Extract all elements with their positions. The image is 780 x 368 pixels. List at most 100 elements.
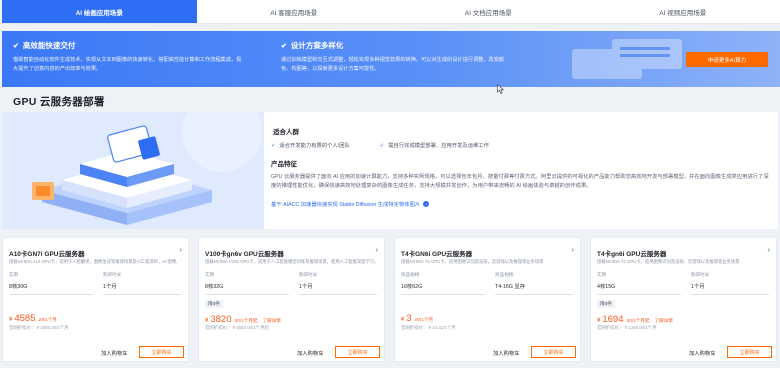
- divider: [205, 294, 289, 295]
- tab-ai-document[interactable]: AI 文档应用场景: [391, 0, 586, 23]
- divider: [9, 294, 93, 295]
- buy-now-button[interactable]: 立即购买: [531, 346, 576, 358]
- price: ¥ 3 .00/1个月: [401, 313, 433, 324]
- price-unit: .00/1个月起: [233, 318, 258, 323]
- price-unit: .00/1个月起: [625, 318, 650, 323]
- divider: [691, 294, 769, 295]
- banner-right-title: 设计方案多样化: [290, 41, 344, 50]
- fit-audience-title: 适合人群: [273, 129, 299, 136]
- spec-label: 实例: [9, 272, 19, 277]
- hero-banner: ✔ 高效能快速交付 借助智能自动化软件生成技术，实现从文本到图像的快速转化，搭配高…: [2, 31, 780, 87]
- currency-symbol: ¥: [597, 318, 601, 324]
- spec-select[interactable]: 8核30G: [9, 282, 27, 290]
- section-title: GPU 云服务器部署: [13, 96, 105, 108]
- card-subtitle: 搭载NVIDIA V100 GPU卡，适用于人工智能模型训练及推理场景，使用人工…: [205, 259, 377, 264]
- gpu-server-illustration: [2, 112, 264, 229]
- arrow-right-icon: ›: [423, 201, 430, 207]
- duration-label: 购买时长: [299, 272, 318, 277]
- original-price: 官网折扣价： ¥ 4582.00/1个月起: [205, 325, 269, 330]
- add-to-cart-link[interactable]: 加入购物车: [689, 349, 716, 357]
- spec-label: 实例: [205, 272, 215, 277]
- product-card-t4-gn6i: T4卡GN6i GPU云服务器 › 搭载NVIDIA T4 GPU卡，适用图像识…: [394, 237, 581, 362]
- product-features-title: 产品特征: [271, 161, 297, 168]
- banner-left-column: ✔ 高效能快速交付 借助智能自动化软件生成技术，实现从文本到图像的快速转化，搭配高…: [13, 40, 245, 74]
- feature-panel: 适合人群: [2, 112, 778, 229]
- learn-more-link[interactable]: 了解详情: [262, 318, 280, 324]
- chevron-right-icon[interactable]: ›: [572, 247, 574, 254]
- spec-select[interactable]: 4核15G: [597, 282, 615, 290]
- chevron-right-icon[interactable]: ›: [180, 247, 182, 254]
- limit-badge: 限5件: [205, 300, 223, 308]
- tab-ai-customer-service[interactable]: AI 客服应用场景: [197, 0, 392, 23]
- fit-item-label: 需自行完成模型部署、应用开发及运维工作: [388, 143, 489, 149]
- divider: [401, 294, 485, 295]
- duration-label: 购买时长: [691, 272, 710, 277]
- duration-select[interactable]: 1个月: [103, 282, 117, 290]
- add-to-cart-link[interactable]: 加入购物车: [297, 349, 324, 357]
- product-features-desc: GPU 云服务器提供了面向 AI 应用的加速计算能力，支持多种实例规格，可以选择…: [271, 174, 769, 189]
- stable-diffusion-link[interactable]: 基于 AIACC 加速器快速实现 Stable Diffusion 生成特定物体…: [271, 200, 430, 208]
- apply-ai-compute-button[interactable]: 申请更多AI算力: [686, 52, 768, 67]
- divider: [299, 294, 377, 295]
- add-to-cart-link[interactable]: 加入购物车: [493, 349, 520, 357]
- banner-right-column: ✔ 设计方案多样化 通过训练模型和交互式调整，轻松实现多种视觉效果的转换。可以对生…: [281, 40, 513, 74]
- original-price: 官网折扣价： ¥ 4585.00/1个月: [9, 325, 69, 330]
- price-unit: .00/1个月: [413, 317, 434, 322]
- mouse-cursor-icon: [497, 84, 504, 94]
- price-value: 3: [406, 313, 412, 324]
- currency-symbol: ¥: [205, 318, 209, 324]
- buy-now-button[interactable]: 立即购买: [335, 346, 380, 358]
- price: ¥ 4585 .28/1个月: [9, 313, 57, 324]
- banner-left-title: 高效能快速交付: [22, 41, 76, 50]
- tab-ai-painting[interactable]: AI 绘画应用场景: [2, 0, 197, 23]
- page: AI 绘画应用场景 AI 客服应用场景 AI 文档应用场景 AI 视频应用场景 …: [0, 0, 780, 368]
- fit-item-label: 适合开发能力有限的个人/团队: [279, 143, 350, 149]
- currency-symbol: ¥: [9, 317, 13, 323]
- price-value: 3820: [210, 314, 232, 325]
- tab-ai-video[interactable]: AI 视频应用场景: [586, 0, 780, 23]
- spec-label: 实例: [597, 272, 607, 277]
- card-title[interactable]: T4卡GN6i GPU云服务器: [401, 248, 472, 258]
- duration-select[interactable]: 1个月: [299, 282, 313, 290]
- duration-select[interactable]: 1个月: [691, 282, 705, 290]
- buy-now-button[interactable]: 立即购买: [727, 346, 772, 358]
- gpu-server-icon: [2, 112, 264, 229]
- chevron-right-icon[interactable]: ›: [768, 247, 770, 254]
- original-price: 官网折扣价： ¥ 10.41/1个月: [401, 325, 456, 330]
- add-to-cart-link[interactable]: 加入购物车: [101, 349, 128, 357]
- currency-symbol: ¥: [401, 317, 405, 323]
- spec-select[interactable]: 16核62G: [401, 282, 422, 290]
- price: ¥ 3820 .00/1个月起 了解详情: [205, 314, 281, 325]
- original-price: 官网折扣价： ¥ 1368.00/1个月: [597, 325, 657, 330]
- learn-more-link[interactable]: 了解详情: [654, 318, 672, 324]
- spec-label: 商品规格: [401, 272, 420, 277]
- divider: [597, 294, 681, 295]
- fit-audience-list: ✓ 适合开发能力有限的个人/团队 ✓ 需自行完成模型部署、应用开发及运维工作: [271, 141, 489, 149]
- card-title[interactable]: T4卡gn6i GPU云服务器: [597, 248, 666, 258]
- price-value: 1694: [602, 314, 624, 325]
- card-subtitle: 搭载NVIDIA A10 GPU卡，适用于人脸翻译，图像生成等推理场景及AI工程…: [9, 259, 181, 264]
- gpu-spec-value: T4-16G 显存: [495, 284, 526, 290]
- price: ¥ 1694 .00/1个月起 了解详情: [597, 314, 673, 325]
- spec-select[interactable]: 8核32G: [205, 282, 223, 290]
- check-icon: ✓: [379, 143, 385, 149]
- list-item: ✓ 需自行完成模型部署、应用开发及运维工作: [380, 141, 489, 149]
- price-value: 4585: [14, 313, 36, 324]
- server-illustration-icon: [572, 39, 682, 79]
- gpu-spec-label: 商品规格: [495, 272, 514, 277]
- product-card-v100: V100卡gn6v GPU云服务器 › 搭载NVIDIA V100 GPU卡，适…: [198, 237, 385, 362]
- link-label: 基于 AIACC 加速器快速实现 Stable Diffusion 生成特定物体…: [271, 202, 421, 208]
- product-card-a10: A10卡GN7i GPU云服务器 › 搭载NVIDIA A10 GPU卡，适用于…: [2, 237, 189, 362]
- divider: [495, 294, 573, 295]
- check-icon: ✓: [271, 143, 276, 149]
- list-item: ✓ 适合开发能力有限的个人/团队: [271, 141, 350, 149]
- banner-right-desc: 通过训练模型和交互式调整，轻松实现多种视觉效果的转换。可以对生成的设计进行调整，…: [281, 57, 505, 72]
- price-unit: .28/1个月: [37, 317, 57, 322]
- check-icon: ✔: [281, 42, 287, 50]
- card-title[interactable]: V100卡gn6v GPU云服务器: [205, 248, 284, 258]
- limit-badge: 限5件: [597, 300, 615, 308]
- chevron-right-icon[interactable]: ›: [376, 247, 378, 254]
- buy-now-button[interactable]: 立即购买: [139, 346, 184, 358]
- card-title[interactable]: A10卡GN7i GPU云服务器: [9, 248, 85, 258]
- check-icon: ✔: [13, 42, 19, 50]
